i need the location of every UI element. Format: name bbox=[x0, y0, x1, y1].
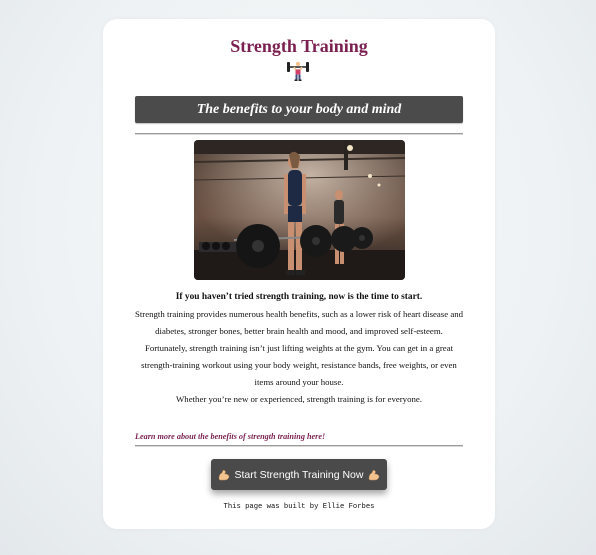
divider bbox=[135, 133, 463, 135]
divider bbox=[135, 445, 463, 447]
content-card: Strength Training The benefits to your b… bbox=[103, 19, 495, 529]
button-label: Start Strength Training Now bbox=[234, 468, 364, 481]
page-title: Strength Training bbox=[230, 36, 368, 56]
banner-text: The benefits to your body and mind bbox=[196, 101, 402, 117]
flexed-biceps-icon bbox=[369, 469, 380, 480]
gym-photo bbox=[194, 140, 405, 280]
article-text: If you haven’t tried strength training, … bbox=[131, 289, 467, 408]
hero-photo bbox=[194, 140, 405, 280]
subtitle-banner: The benefits to your body and mind bbox=[135, 96, 463, 123]
paragraph-benefits: Strength training provides numerous heal… bbox=[134, 309, 464, 336]
start-training-button[interactable]: Start Strength Training Now bbox=[211, 459, 387, 490]
paragraph-options: Fortunately, strength training isn’t jus… bbox=[141, 343, 457, 387]
weightlifter-icon bbox=[287, 61, 309, 81]
flexed-biceps-icon bbox=[218, 469, 229, 480]
paragraph-everyone: Whether you’re new or experienced, stren… bbox=[176, 394, 422, 404]
lead-sentence: If you haven’t tried strength training, … bbox=[175, 292, 423, 302]
learn-more-link[interactable]: Learn more about the benefits of strengt… bbox=[135, 432, 325, 441]
footer-credit: This page was built by Ellie Forbes bbox=[223, 503, 375, 511]
